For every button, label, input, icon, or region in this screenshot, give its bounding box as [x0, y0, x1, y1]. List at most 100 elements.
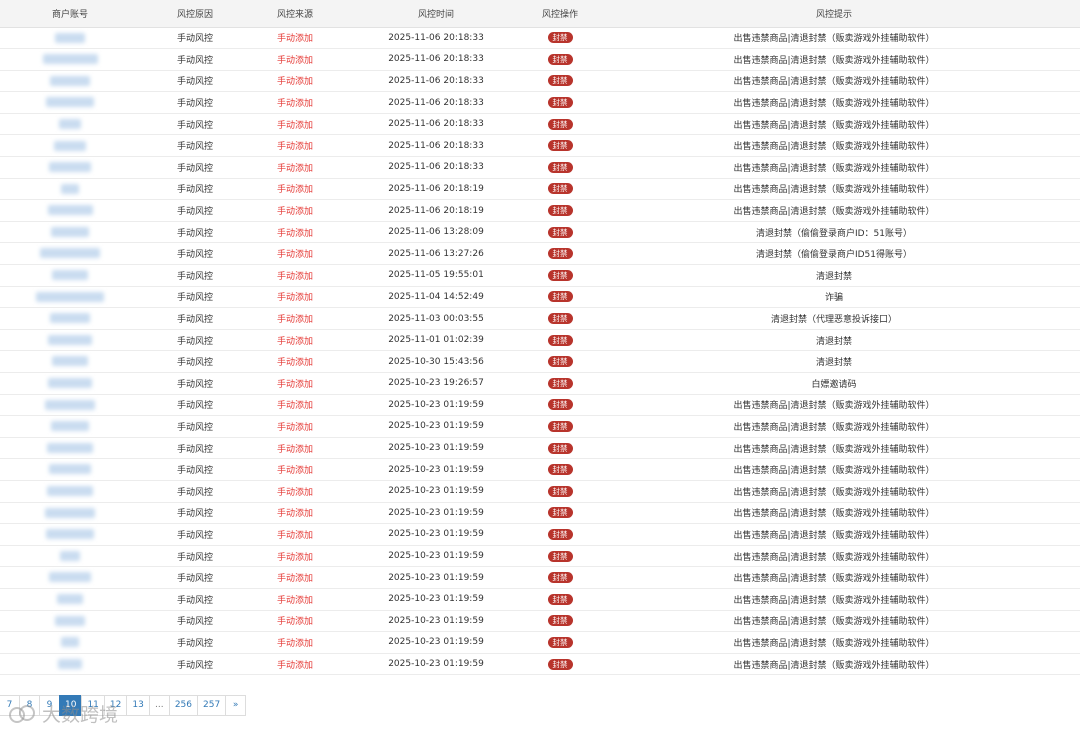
risk-reason-cell: 手动风控 — [140, 27, 250, 50]
risk-tip-cell: 出售违禁商品|清退封禁（贩卖游戏外挂辅助软件） — [588, 48, 1080, 71]
redacted-account — [45, 507, 95, 518]
ban-badge[interactable]: 封禁 — [547, 572, 573, 584]
risk-time-cell: 2025-10-23 01:19:59 — [340, 653, 532, 676]
risk-time-cell: 2025-10-23 01:19:59 — [340, 588, 532, 611]
ban-badge[interactable]: 封禁 — [547, 140, 573, 152]
risk-source-cell: 手动添加 — [250, 221, 340, 244]
ban-badge[interactable]: 封禁 — [547, 593, 573, 605]
ban-badge[interactable]: 封禁 — [547, 356, 573, 368]
ban-badge[interactable]: 封禁 — [547, 313, 573, 325]
table-row: 手动风控 手动添加 2025-10-23 01:19:59 封禁 出售违禁商品|清退封禁… — [0, 545, 1080, 568]
risk-action-cell: 封禁 — [532, 264, 588, 287]
risk-control-table: 商户账号 风控原因 风控来源 风控时间 风控操作 风控提示 手动风控 手动添加 20… — [0, 0, 1080, 676]
pagination-ellipsis: ... — [148, 695, 170, 716]
page-link[interactable]: 257 — [197, 695, 227, 716]
redacted-account — [40, 248, 100, 259]
risk-tip-cell: 出售违禁商品|清退封禁（贩卖游戏外挂辅助软件） — [588, 458, 1080, 481]
ban-badge[interactable]: 封禁 — [547, 248, 573, 260]
merchant-account-cell — [0, 394, 140, 417]
ban-badge[interactable]: 封禁 — [547, 507, 573, 519]
ban-badge[interactable]: 封禁 — [547, 399, 573, 411]
ban-badge[interactable]: 封禁 — [547, 528, 573, 540]
table-row: 手动风控 手动添加 2025-11-03 00:03:55 封禁 清退封禁（代理恶意投诉… — [0, 307, 1080, 330]
risk-tip-cell: 出售违禁商品|清退封禁（贩卖游戏外挂辅助软件） — [588, 437, 1080, 460]
ban-badge[interactable]: 封禁 — [547, 205, 573, 217]
risk-source-cell: 手动添加 — [250, 394, 340, 417]
next-page-button[interactable]: » — [225, 695, 247, 716]
merchant-account-cell — [0, 502, 140, 525]
page-link[interactable]: 256 — [168, 695, 198, 716]
risk-action-cell: 封禁 — [532, 458, 588, 481]
merchant-account-cell — [0, 437, 140, 460]
merchant-account-cell — [0, 415, 140, 438]
col-header-tip: 风控提示 — [588, 0, 1080, 28]
risk-reason-cell: 手动风控 — [140, 178, 250, 201]
ban-badge[interactable]: 封禁 — [547, 442, 573, 454]
ban-badge[interactable]: 封禁 — [547, 161, 573, 173]
merchant-account-cell — [0, 199, 140, 222]
risk-action-cell: 封禁 — [532, 566, 588, 589]
risk-action-cell: 封禁 — [532, 350, 588, 373]
redacted-account — [55, 615, 85, 626]
table-row: 手动风控 手动添加 2025-10-30 15:43:56 封禁 清退封禁 — [0, 350, 1080, 373]
risk-reason-cell: 手动风控 — [140, 437, 250, 460]
redacted-account — [47, 205, 93, 216]
ban-badge[interactable]: 封禁 — [547, 291, 573, 303]
risk-reason-cell: 手动风控 — [140, 394, 250, 417]
table-row: 手动风控 手动添加 2025-11-06 13:27:26 封禁 清退封禁（偷偷登录商户… — [0, 242, 1080, 266]
ban-badge[interactable]: 封禁 — [547, 550, 573, 562]
table-row: 手动风控 手动添加 2025-10-23 01:19:59 封禁 出售违禁商品|清退封禁… — [0, 502, 1080, 525]
ban-badge[interactable]: 封禁 — [547, 32, 573, 44]
risk-source-cell: 手动添加 — [250, 372, 340, 395]
risk-reason-cell: 手动风控 — [140, 91, 250, 114]
ban-badge[interactable]: 封禁 — [547, 464, 573, 476]
merchant-account-cell — [0, 545, 140, 568]
risk-tip-cell: 白嫖邀请码 — [588, 372, 1080, 395]
ban-badge[interactable]: 封禁 — [547, 658, 573, 670]
ban-badge[interactable]: 封禁 — [547, 636, 573, 648]
ban-badge[interactable]: 封禁 — [547, 75, 573, 87]
ban-badge[interactable]: 封禁 — [547, 269, 573, 281]
risk-source-cell: 手动添加 — [250, 264, 340, 287]
ban-badge[interactable]: 封禁 — [547, 334, 573, 346]
risk-reason-cell: 手动风控 — [140, 631, 250, 654]
risk-source-cell: 手动添加 — [250, 545, 340, 568]
risk-reason-cell: 手动风控 — [140, 221, 250, 244]
risk-tip-cell: 出售违禁商品|清退封禁（贩卖游戏外挂辅助软件） — [588, 415, 1080, 438]
risk-action-cell: 封禁 — [532, 27, 588, 50]
col-header-time: 风控时间 — [340, 0, 532, 28]
ban-badge[interactable]: 封禁 — [547, 420, 573, 432]
ban-badge[interactable]: 封禁 — [547, 615, 573, 627]
risk-reason-cell: 手动风控 — [140, 523, 250, 546]
merchant-account-cell — [0, 134, 140, 158]
risk-time-cell: 2025-10-23 01:19:59 — [340, 545, 532, 568]
risk-action-cell: 封禁 — [532, 307, 588, 330]
ban-badge[interactable]: 封禁 — [547, 183, 573, 195]
ban-badge[interactable]: 封禁 — [547, 485, 573, 497]
redacted-account — [49, 162, 91, 173]
table-row: 手动风控 手动添加 2025-11-06 20:18:33 封禁 出售违禁商品|清退封禁… — [0, 70, 1080, 93]
table-row: 手动风控 手动添加 2025-10-23 01:19:59 封禁 出售违禁商品|清退封禁… — [0, 631, 1080, 654]
redacted-account — [42, 54, 98, 65]
risk-reason-cell: 手动风控 — [140, 70, 250, 93]
merchant-account-cell — [0, 480, 140, 503]
table-row: 手动风控 手动添加 2025-10-23 01:19:59 封禁 出售违禁商品|清退封禁… — [0, 610, 1080, 633]
risk-action-cell: 封禁 — [532, 91, 588, 114]
risk-reason-cell: 手动风控 — [140, 566, 250, 589]
risk-reason-cell: 手动风控 — [140, 610, 250, 633]
merchant-account-cell — [0, 48, 140, 71]
redacted-account — [61, 183, 79, 194]
risk-reason-cell: 手动风控 — [140, 502, 250, 525]
risk-action-cell: 封禁 — [532, 178, 588, 201]
ban-badge[interactable]: 封禁 — [547, 118, 573, 130]
risk-source-cell: 手动添加 — [250, 329, 340, 352]
ban-badge[interactable]: 封禁 — [547, 53, 573, 65]
redacted-account — [46, 529, 94, 540]
ban-badge[interactable]: 封禁 — [547, 97, 573, 109]
ban-badge[interactable]: 封禁 — [547, 377, 573, 389]
ban-badge[interactable]: 封禁 — [547, 226, 573, 238]
risk-source-cell: 手动添加 — [250, 653, 340, 676]
page-link[interactable]: 13 — [126, 695, 150, 716]
merchant-account-cell — [0, 350, 140, 373]
risk-source-cell: 手动添加 — [250, 48, 340, 71]
